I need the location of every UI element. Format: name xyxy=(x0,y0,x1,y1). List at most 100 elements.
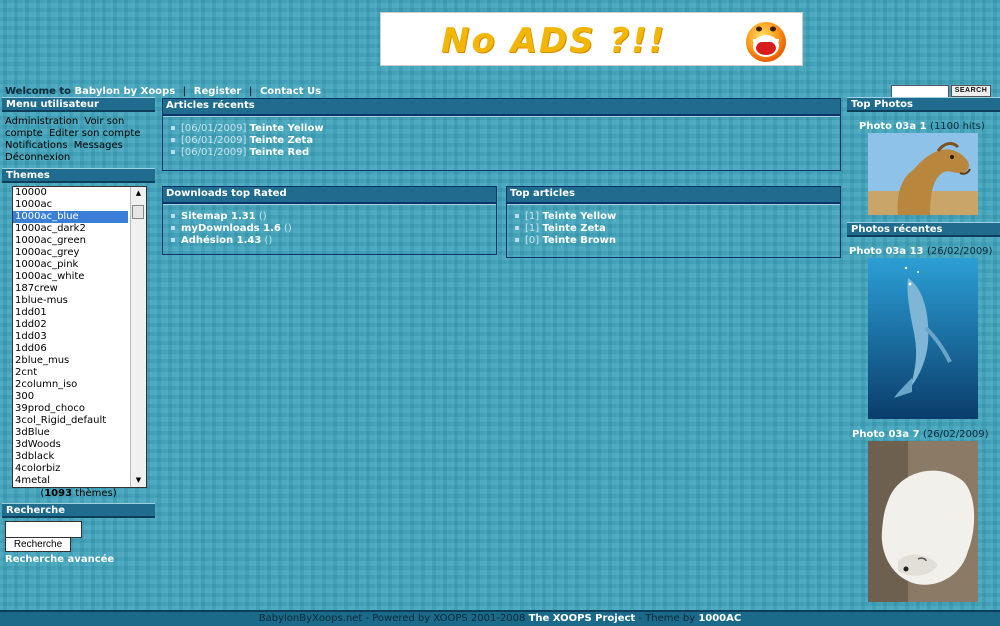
download-extra: () xyxy=(284,223,292,234)
theme-option[interactable]: 39prod_choco xyxy=(13,403,128,415)
themes-count-suffix: thèmes) xyxy=(75,488,117,499)
theme-option[interactable]: 1blue-mus xyxy=(13,295,128,307)
site-name-link[interactable]: Babylon by Xoops xyxy=(75,86,176,97)
article-link[interactable]: Teinte Zeta xyxy=(250,135,313,146)
theme-option[interactable]: 3col_Rigid_default xyxy=(13,415,128,427)
recent-photo-date: (26/02/2009) xyxy=(923,429,989,440)
list-item: [1] Teinte Yellow xyxy=(515,211,840,223)
separator: | xyxy=(182,86,187,97)
search-button[interactable]: Recherche xyxy=(5,537,71,552)
scroll-up-arrow-icon[interactable]: ▲ xyxy=(131,187,146,200)
recent-photo-link[interactable]: Photo 03a 7 xyxy=(852,429,920,440)
recent-articles-block: Articles récents [06/01/2009] Teinte Yel… xyxy=(162,98,841,171)
scroll-down-arrow-icon[interactable]: ▼ xyxy=(131,474,146,487)
theme-author-link[interactable]: 1000AC xyxy=(698,613,741,624)
article-link[interactable]: Teinte Brown xyxy=(542,235,616,246)
banner-text: No ADS ?!! xyxy=(441,21,667,61)
footer-theme-text: - Theme by xyxy=(638,613,696,624)
theme-option[interactable]: 1000ac_blue xyxy=(13,211,128,223)
menu-link-deconnexion[interactable]: Déconnexion xyxy=(5,152,70,163)
article-link[interactable]: Teinte Yellow xyxy=(542,211,616,222)
dolphin-photo[interactable] xyxy=(868,258,978,419)
theme-option[interactable]: 1dd01 xyxy=(13,307,128,319)
download-link[interactable]: myDownloads 1.6 xyxy=(181,223,281,234)
theme-option[interactable]: 1dd02 xyxy=(13,319,128,331)
theme-option[interactable]: 1000ac_grey xyxy=(13,247,128,259)
welcome-text: Welcome to xyxy=(5,86,72,97)
recent-photo-caption: Photo 03a 7 (26/02/2009) xyxy=(852,429,989,440)
camel-photo[interactable] xyxy=(868,133,978,215)
polar-bear-photo[interactable] xyxy=(868,441,978,602)
contact-us-link[interactable]: Contact Us xyxy=(260,86,321,97)
themes-listbox[interactable]: 10000 1000ac 1000ac_blue 1000ac_dark2 1000ac… xyxy=(12,186,147,488)
theme-option[interactable]: 4colorbiz xyxy=(13,463,128,475)
article-count: [1] xyxy=(525,211,540,222)
theme-option[interactable]: 187crew xyxy=(13,283,128,295)
separator: | xyxy=(248,86,253,97)
theme-option[interactable]: 3dblack xyxy=(13,451,128,463)
article-date: [06/01/2009] xyxy=(181,147,247,158)
theme-option[interactable]: 1000ac_pink xyxy=(13,259,128,271)
top-photo-hits: (1100 hits) xyxy=(930,121,985,132)
recent-articles-title: Articles récents xyxy=(163,99,840,116)
xoops-project-link[interactable]: The XOOPS Project xyxy=(529,613,636,624)
recent-articles-list: [06/01/2009] Teinte Yellow [06/01/2009] … xyxy=(163,116,840,159)
recent-photo-caption: Photo 03a 13 (26/02/2009) xyxy=(849,246,992,257)
list-item: Adhésion 1.43 () xyxy=(171,235,496,247)
top-photos-title: Top Photos xyxy=(847,97,1000,112)
download-link[interactable]: Sitemap 1.31 xyxy=(181,211,256,222)
theme-option[interactable]: 2cnt xyxy=(13,367,128,379)
theme-option[interactable]: 2column_iso xyxy=(13,379,128,391)
top-search-button[interactable]: SEARCH xyxy=(951,85,991,97)
downloads-title: Downloads top Rated xyxy=(163,187,496,204)
article-count: [1] xyxy=(525,223,540,234)
menu-link-messages[interactable]: Messages xyxy=(74,140,123,151)
downloads-block: Downloads top Rated Sitemap 1.31 () myDo… xyxy=(162,186,497,255)
theme-option[interactable]: 1000ac xyxy=(13,199,128,211)
theme-option[interactable]: 3dWoods xyxy=(13,439,128,451)
theme-option[interactable]: 4metal xyxy=(13,475,128,487)
user-menu-block: Menu utilisateur Administration Voir son… xyxy=(2,97,155,167)
theme-option[interactable]: 1dd06 xyxy=(13,343,128,355)
ad-banner[interactable]: No ADS ?!! xyxy=(380,12,803,66)
theme-option[interactable]: 1000ac_white xyxy=(13,271,128,283)
theme-option[interactable]: 3dBlue xyxy=(13,427,128,439)
theme-option[interactable]: 1dd03 xyxy=(13,331,128,343)
theme-option[interactable]: 2blue_mus xyxy=(13,355,128,367)
search-input[interactable] xyxy=(5,521,82,538)
top-photo-caption: Photo 03a 1 (1100 hits) xyxy=(859,121,985,132)
theme-option[interactable]: 300 xyxy=(13,391,128,403)
list-item: [06/01/2009] Teinte Red xyxy=(171,147,840,159)
list-item: [06/01/2009] Teinte Yellow xyxy=(171,123,840,135)
footer-text: BabylonByXoops.net - Powered by XOOPS 20… xyxy=(258,613,526,624)
top-articles-title: Top articles xyxy=(507,187,840,204)
list-item: myDownloads 1.6 () xyxy=(171,223,496,235)
user-menu-links: Administration Voir son compte Editer so… xyxy=(2,112,155,167)
search-title: Recherche xyxy=(2,503,155,518)
advanced-search-link[interactable]: Recherche avancée xyxy=(5,554,114,565)
themes-items: 10000 1000ac 1000ac_blue 1000ac_dark2 1000ac… xyxy=(13,187,146,487)
menu-link-notifications[interactable]: Notifications xyxy=(5,140,68,151)
register-link[interactable]: Register xyxy=(194,86,242,97)
download-extra: () xyxy=(258,211,267,222)
top-articles-list: [1] Teinte Yellow [1] Teinte Zeta [0] Te… xyxy=(507,204,840,247)
article-link[interactable]: Teinte Red xyxy=(250,147,310,158)
theme-option[interactable]: 1000ac_dark2 xyxy=(13,223,128,235)
list-item: Sitemap 1.31 () xyxy=(171,211,496,223)
article-count: [0] xyxy=(525,235,540,246)
list-item: [06/01/2009] Teinte Zeta xyxy=(171,135,840,147)
article-link[interactable]: Teinte Zeta xyxy=(542,223,605,234)
menu-link-editer-compte[interactable]: Editer son compte xyxy=(49,128,140,139)
recent-photo-date: (26/02/2009) xyxy=(927,246,993,257)
themes-scrollbar[interactable]: ▲ ▼ xyxy=(130,187,146,487)
scroll-thumb[interactable] xyxy=(132,205,144,219)
theme-option[interactable]: 1000ac_green xyxy=(13,235,128,247)
download-link[interactable]: Adhésion 1.43 xyxy=(181,235,261,246)
menu-link-administration[interactable]: Administration xyxy=(5,116,78,127)
recent-photo-link[interactable]: Photo 03a 13 xyxy=(849,246,924,257)
top-photo-link[interactable]: Photo 03a 1 xyxy=(859,121,927,132)
theme-option[interactable]: 10000 xyxy=(13,187,128,199)
article-date: [06/01/2009] xyxy=(181,135,247,146)
article-link[interactable]: Teinte Yellow xyxy=(250,123,324,134)
recent-photos-title: Photos récentes xyxy=(847,222,1000,237)
